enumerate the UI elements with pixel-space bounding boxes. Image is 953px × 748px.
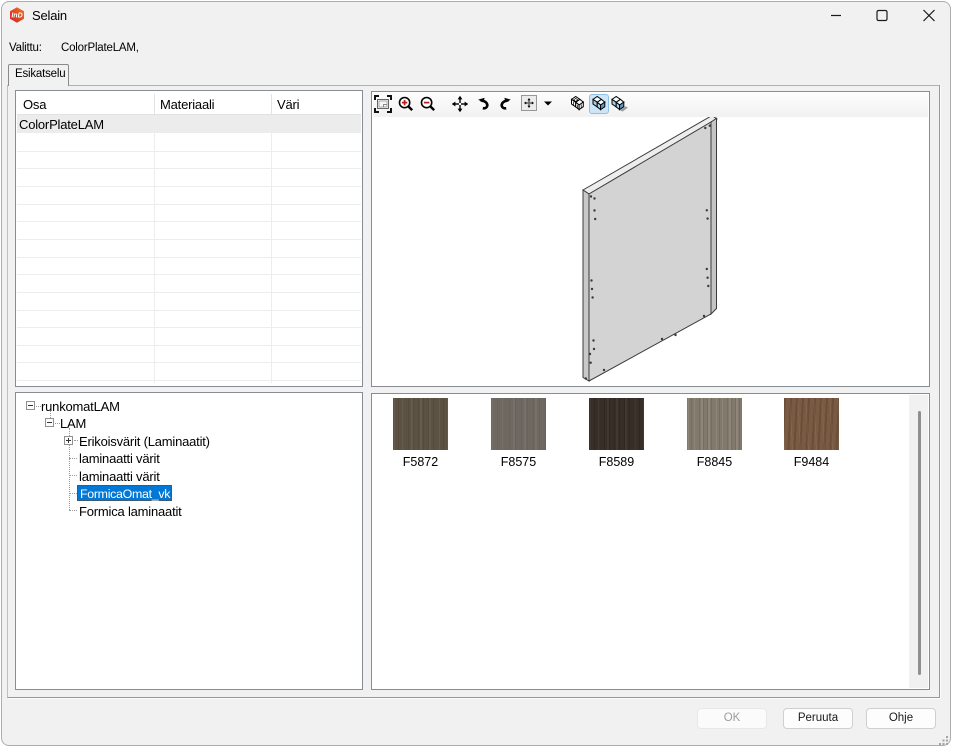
svg-text:InD: InD: [11, 13, 22, 20]
